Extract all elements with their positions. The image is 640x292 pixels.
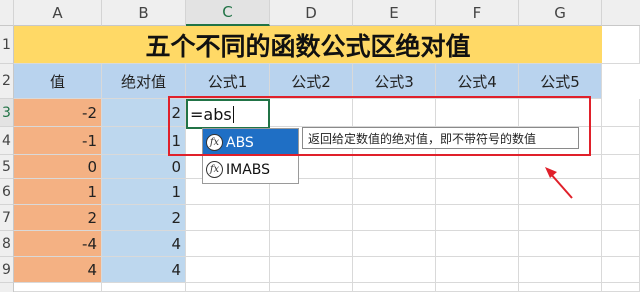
function-tooltip: 返回给定数值的绝对值，即不带符号的数值 (302, 127, 579, 149)
text-caret (232, 105, 234, 123)
empty-cell[interactable] (353, 257, 436, 283)
header-formula-1[interactable]: 公式1 (186, 64, 270, 99)
absolute-value-cell[interactable]: 2 (102, 205, 186, 231)
empty-cell[interactable] (436, 257, 519, 283)
empty-cell[interactable] (436, 231, 519, 257)
function-autocomplete-list: fx ABS fx IMABS (202, 128, 299, 184)
empty-cell[interactable] (602, 283, 640, 292)
empty-cell[interactable] (270, 283, 353, 292)
row-header-7[interactable]: 7 (0, 205, 14, 231)
header-formula-4[interactable]: 公式4 (436, 64, 519, 99)
empty-cell[interactable] (602, 127, 640, 155)
cell-a10[interactable] (14, 283, 102, 292)
cell-h1[interactable] (602, 26, 640, 64)
empty-cell[interactable] (602, 179, 640, 205)
value-cell[interactable]: -4 (14, 231, 102, 257)
empty-cell[interactable] (602, 205, 640, 231)
row-header-10[interactable] (0, 283, 14, 292)
column-header-f[interactable]: F (436, 0, 519, 26)
empty-cell[interactable] (602, 99, 640, 127)
header-formula-2[interactable]: 公式2 (270, 64, 353, 99)
sheet-title[interactable]: 五个不同的函数公式区绝对值 (14, 26, 602, 64)
empty-cell[interactable] (353, 155, 436, 179)
row-header-2[interactable]: 2 (0, 64, 14, 99)
empty-cell[interactable] (436, 283, 519, 292)
header-absolute-value[interactable]: 绝对值 (102, 64, 186, 99)
select-all-corner[interactable] (0, 0, 14, 26)
absolute-value-cell[interactable]: 2 (102, 99, 186, 127)
empty-cell[interactable] (186, 231, 270, 257)
empty-cell[interactable] (270, 231, 353, 257)
empty-cell[interactable] (602, 155, 640, 179)
column-header-a[interactable]: A (14, 0, 102, 26)
row-header-1[interactable]: 1 (0, 26, 14, 64)
empty-cell[interactable] (353, 179, 436, 205)
autocomplete-item-label: ABS (226, 134, 254, 151)
empty-cell[interactable] (186, 257, 270, 283)
formula-text: =abs (190, 104, 232, 124)
absolute-value-cell[interactable]: 0 (102, 155, 186, 179)
column-header-h[interactable] (602, 0, 640, 26)
empty-cell[interactable] (519, 283, 602, 292)
column-header-c[interactable]: C (186, 0, 270, 26)
function-fx-icon: fx (206, 134, 223, 151)
empty-cell[interactable] (519, 231, 602, 257)
absolute-value-cell[interactable]: 4 (102, 257, 186, 283)
empty-cell[interactable] (519, 155, 602, 179)
absolute-value-cell[interactable]: 1 (102, 127, 186, 155)
empty-cell[interactable] (186, 283, 270, 292)
row-header-4[interactable]: 4 (0, 127, 14, 155)
row-header-6[interactable]: 6 (0, 179, 14, 205)
value-cell[interactable]: -2 (14, 99, 102, 127)
header-formula-3[interactable]: 公式3 (353, 64, 436, 99)
empty-cell[interactable] (270, 257, 353, 283)
active-cell-c3[interactable]: =abs (186, 99, 270, 129)
column-header-e[interactable]: E (353, 0, 436, 26)
empty-cell[interactable] (436, 205, 519, 231)
row-header-9[interactable]: 9 (0, 257, 14, 283)
column-header-b[interactable]: B (102, 0, 186, 26)
empty-cell[interactable] (602, 257, 640, 283)
header-formula-5[interactable]: 公式5 (519, 64, 602, 99)
empty-cell[interactable] (602, 231, 640, 257)
empty-cell[interactable] (436, 99, 519, 127)
empty-cell[interactable] (353, 205, 436, 231)
empty-cell[interactable] (436, 155, 519, 179)
empty-cell[interactable] (519, 205, 602, 231)
autocomplete-item-label: IMABS (226, 161, 271, 178)
autocomplete-item-abs[interactable]: fx ABS (203, 129, 298, 156)
empty-cell[interactable] (353, 231, 436, 257)
row-header-8[interactable]: 8 (0, 231, 14, 257)
value-cell[interactable]: 0 (14, 155, 102, 179)
empty-cell[interactable] (353, 283, 436, 292)
column-header-d[interactable]: D (270, 0, 353, 26)
empty-cell[interactable] (519, 99, 602, 127)
function-fx-icon: fx (206, 161, 223, 178)
value-cell[interactable]: -1 (14, 127, 102, 155)
value-cell[interactable]: 2 (14, 205, 102, 231)
spreadsheet: A B C D E F G 1 2 3 4 5 6 7 8 9 五个不同的函数公… (0, 0, 640, 292)
autocomplete-item-imabs[interactable]: fx IMABS (203, 156, 298, 183)
empty-cell[interactable] (186, 205, 270, 231)
row-header-5[interactable]: 5 (0, 155, 14, 179)
cell-b10[interactable] (102, 283, 186, 292)
empty-cell[interactable] (519, 257, 602, 283)
value-cell[interactable]: 4 (14, 257, 102, 283)
empty-cell[interactable] (270, 205, 353, 231)
row-header-3[interactable]: 3 (0, 99, 14, 127)
empty-cell[interactable] (436, 179, 519, 205)
column-header-g[interactable]: G (519, 0, 602, 26)
header-value[interactable]: 值 (14, 64, 102, 99)
empty-cell[interactable] (353, 99, 436, 127)
empty-cell[interactable] (519, 179, 602, 205)
value-cell[interactable]: 1 (14, 179, 102, 205)
absolute-value-cell[interactable]: 1 (102, 179, 186, 205)
absolute-value-cell[interactable]: 4 (102, 231, 186, 257)
empty-cell[interactable] (270, 99, 353, 127)
